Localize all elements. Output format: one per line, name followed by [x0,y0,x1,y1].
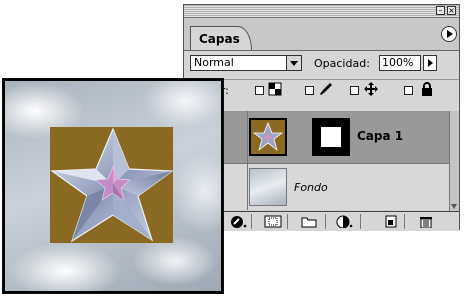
new-set-icon[interactable] [300,215,318,228]
minimize-glyph: – [438,6,443,15]
layer-name: Fondo [294,181,328,194]
document-window[interactable] [2,78,224,294]
tab-capas[interactable]: Capas [190,26,252,50]
opacity-slider-button[interactable] [423,55,437,71]
layer-style-icon[interactable] [230,215,248,228]
lock-transparency-checkbox[interactable] [255,86,264,95]
transparency-lock-icon [268,82,282,96]
lock-position-checkbox[interactable] [350,86,359,95]
close-icon[interactable]: × [447,6,456,15]
opacity-input[interactable]: 100% [379,55,421,71]
minimize-icon[interactable]: – [436,6,445,15]
padlock-icon [422,82,432,96]
layer-thumbnail[interactable] [249,118,287,156]
panel-menu-icon[interactable] [441,26,457,42]
divider [404,214,405,229]
layers-panel: – × Capas Normal Opacidad: 100% ar: [183,4,460,231]
opacity-label: Opacidad: [314,57,370,70]
panel-bottom-bar [184,211,459,231]
blend-mode-value: Normal [194,56,234,69]
lock-row: ar: [184,79,459,102]
close-glyph: × [448,6,455,15]
move-lock-icon [364,82,378,96]
blend-row: Normal Opacidad: 100% [184,53,459,75]
lock-all-checkbox[interactable] [404,86,413,95]
brush-lock-icon [320,83,332,95]
blend-mode-select[interactable]: Normal [190,55,302,71]
mask-icon[interactable] [264,215,282,228]
chevron-down-icon [286,56,301,70]
divider [287,214,288,229]
star-thumbnail-icon [252,121,284,152]
layer-name: Capa 1 [357,129,404,143]
tab-strip: Capas [184,18,459,51]
layer-mask-thumbnail[interactable] [312,118,350,156]
layers-scrollbar[interactable] [449,111,459,211]
lock-pixels-checkbox[interactable] [305,86,314,95]
star-layer-image[interactable] [50,127,174,243]
panel-titlebar[interactable]: – × [184,5,459,18]
adjustment-layer-icon[interactable] [336,215,354,228]
trash-icon[interactable] [417,215,435,228]
layer-thumbnail[interactable] [249,168,287,206]
star-icon [50,127,174,243]
new-layer-icon[interactable] [382,215,400,228]
divider [360,214,361,229]
divider [251,214,252,229]
divider [325,214,326,229]
mask-fill [321,127,341,147]
